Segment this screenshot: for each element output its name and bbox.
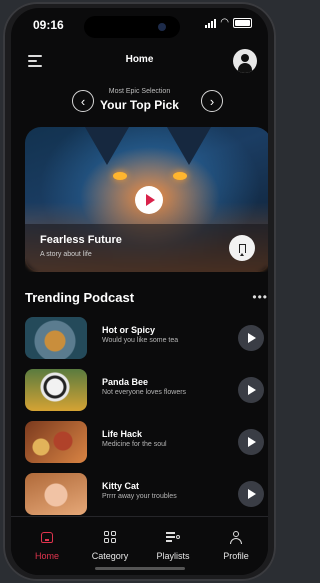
battery-icon xyxy=(233,18,252,28)
tab-playlists[interactable]: Playlists xyxy=(141,529,205,561)
phone-frame: 09:16 ◠ Home ‹ Most Epic Selection Your … xyxy=(3,2,276,581)
avatar-icon[interactable] xyxy=(233,49,257,73)
podcast-title: Life Hack xyxy=(102,429,143,439)
featured-card[interactable]: Fearless Future A story about life xyxy=(25,127,268,272)
signal-icon xyxy=(205,18,217,28)
dynamic-island xyxy=(84,16,180,38)
podcast-title: Kitty Cat xyxy=(102,481,140,491)
play-icon[interactable] xyxy=(238,481,264,507)
tab-label: Category xyxy=(91,551,129,561)
camera-icon xyxy=(158,23,166,31)
list-item[interactable]: Life Hack Medicine for the soul xyxy=(25,421,268,463)
selection-title: Your Top Pick xyxy=(100,98,179,112)
podcast-thumbnail xyxy=(25,317,87,359)
podcast-list: Hot or Spicy Would you like some tea Pan… xyxy=(25,317,268,525)
profile-icon xyxy=(204,529,268,545)
tiger-eye xyxy=(173,172,187,180)
play-icon[interactable] xyxy=(238,377,264,403)
section-title: Trending Podcast xyxy=(25,290,135,305)
tiger-eye xyxy=(113,172,127,180)
podcast-title: Hot or Spicy xyxy=(102,325,156,335)
status-time: 09:16 xyxy=(33,18,64,32)
featured-info: Fearless Future A story about life xyxy=(25,224,268,272)
tab-bar: Home Category Playlists Profile xyxy=(11,516,268,575)
featured-subtitle: A story about life xyxy=(40,251,92,258)
wifi-icon: ◠ xyxy=(220,17,229,28)
podcast-thumbnail xyxy=(25,473,87,515)
list-item[interactable]: Panda Bee Not everyone loves flowers xyxy=(25,369,268,411)
tiger-artwork-ear xyxy=(167,127,211,165)
featured-title: Fearless Future xyxy=(40,234,122,246)
status-icons: ◠ xyxy=(205,18,252,28)
home-icon xyxy=(15,529,79,545)
podcast-title: Panda Bee xyxy=(102,377,149,387)
play-icon[interactable] xyxy=(238,429,264,455)
podcast-subtitle: Not everyone loves flowers xyxy=(102,389,187,396)
tab-profile[interactable]: Profile xyxy=(204,529,268,561)
playlists-icon xyxy=(141,529,205,545)
status-bar: 09:16 ◠ xyxy=(11,8,268,40)
bookmark-icon[interactable] xyxy=(229,235,255,261)
list-item[interactable]: Kitty Cat Prrrr away your troubles xyxy=(25,473,268,515)
play-icon[interactable] xyxy=(135,186,163,214)
category-icon xyxy=(78,529,142,545)
app-screen: 09:16 ◠ Home ‹ Most Epic Selection Your … xyxy=(11,8,268,575)
play-icon[interactable] xyxy=(238,325,264,351)
tab-label: Playlists xyxy=(156,551,190,561)
tiger-artwork xyxy=(85,127,129,165)
podcast-subtitle: Prrrr away your troubles xyxy=(102,493,177,500)
tab-category[interactable]: Category xyxy=(78,529,142,561)
tab-label: Home xyxy=(34,551,59,561)
podcast-subtitle: Medicine for the soul xyxy=(102,441,167,448)
list-item[interactable]: Hot or Spicy Would you like some tea xyxy=(25,317,268,359)
podcast-thumbnail xyxy=(25,421,87,463)
home-indicator xyxy=(95,567,185,570)
top-bar: Home xyxy=(11,46,268,76)
tab-home[interactable]: Home xyxy=(15,529,79,561)
podcast-thumbnail xyxy=(25,369,87,411)
tab-label: Profile xyxy=(223,551,249,561)
more-icon[interactable]: ••• xyxy=(252,290,268,304)
selection-subtitle: Most Epic Selection xyxy=(108,88,171,95)
top-pick-selector: ‹ Most Epic Selection Your Top Pick › xyxy=(11,86,268,120)
trending-header: Trending Podcast ••• xyxy=(25,290,268,308)
page-title: Home xyxy=(125,54,154,65)
chevron-right-icon[interactable]: › xyxy=(201,90,223,112)
podcast-subtitle: Would you like some tea xyxy=(102,337,179,344)
